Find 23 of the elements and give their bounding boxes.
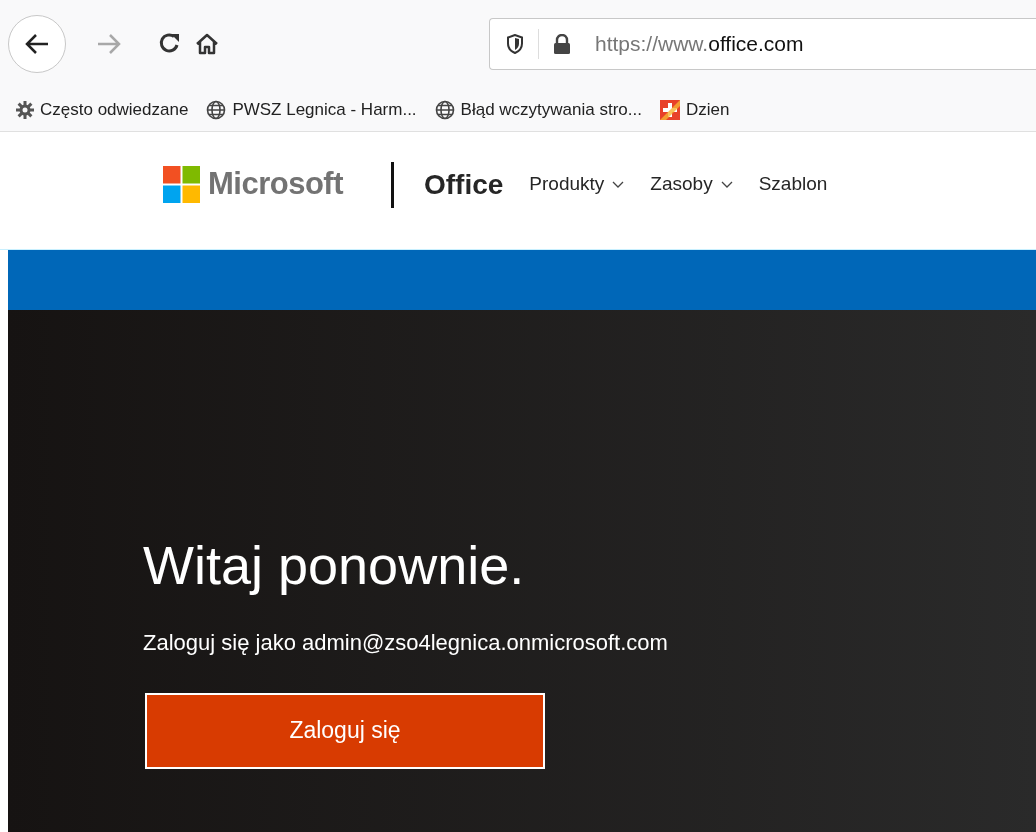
sign-in-button[interactable]: Zaloguj się bbox=[145, 692, 545, 769]
site-icon bbox=[660, 99, 680, 120]
bookmark-link[interactable]: Błąd wczytywania stro... bbox=[460, 96, 642, 123]
nav-menu-item[interactable]: Szablon bbox=[758, 170, 828, 199]
nav-menu-item[interactable]: Produkty bbox=[529, 170, 625, 199]
lock-icon bbox=[553, 34, 571, 54]
back-arrow-icon bbox=[24, 32, 50, 56]
home-icon[interactable] bbox=[195, 32, 219, 56]
globe-icon bbox=[434, 99, 455, 120]
globe-icon bbox=[206, 99, 227, 120]
bookmark-link[interactable]: PWSZ Legnica - Harm... bbox=[232, 96, 417, 123]
product-name[interactable]: Office bbox=[424, 163, 504, 206]
shield-icon[interactable] bbox=[506, 34, 524, 54]
bookmark-link[interactable]: Często odwiedzane bbox=[40, 96, 189, 123]
brand-name[interactable]: Microsoft bbox=[208, 161, 343, 208]
nav-menu-item[interactable]: Zasoby bbox=[650, 170, 733, 199]
gear-icon bbox=[16, 100, 34, 119]
hero-subtitle: Zaloguj się jako admin@zso4legnica.onmicrosoft.com bbox=[143, 628, 668, 657]
url-text: https://www.office.com bbox=[595, 31, 804, 58]
bookmark-link[interactable]: Dzien bbox=[686, 96, 730, 123]
address-bar[interactable]: https://www.office.com bbox=[489, 18, 1036, 70]
hero-title: Witaj ponownie. bbox=[143, 534, 525, 597]
microsoft-logo-icon[interactable] bbox=[163, 166, 200, 203]
